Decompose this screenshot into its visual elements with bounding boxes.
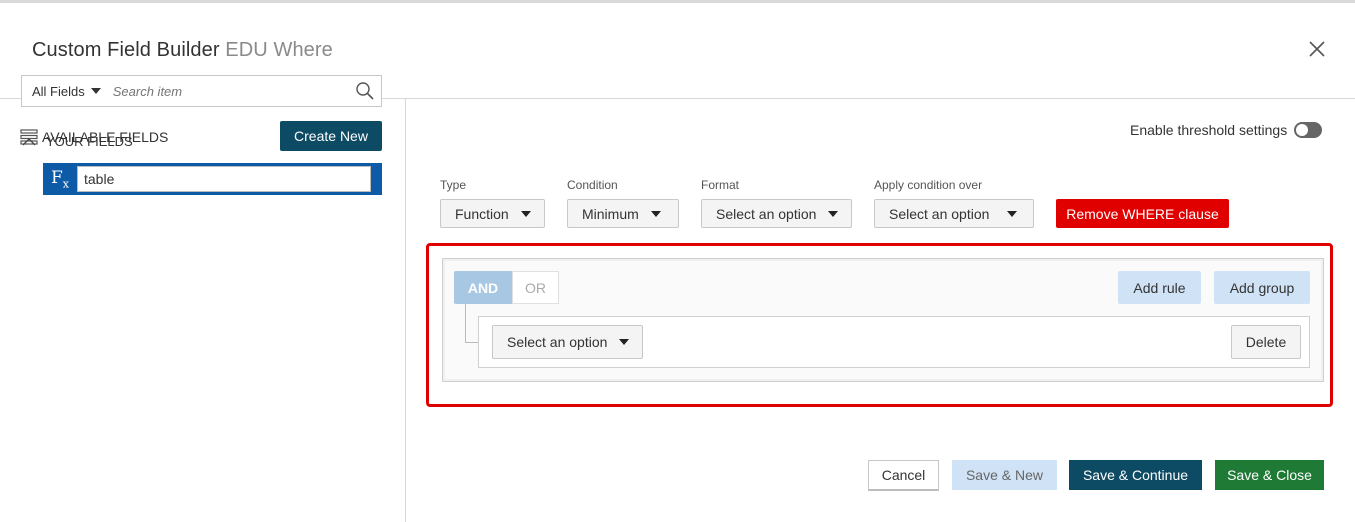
field-filter-dropdown[interactable]: All Fields	[22, 84, 101, 99]
your-fields-label: YOUR FIELDS	[46, 134, 133, 149]
threshold-toggle[interactable]	[1294, 122, 1323, 138]
save-close-button[interactable]: Save & Close	[1215, 460, 1324, 490]
apply-condition-dropdown[interactable]: Select an option	[874, 199, 1034, 228]
condition-value: Minimum	[582, 205, 639, 222]
field-filter-value: All Fields	[32, 83, 85, 99]
save-continue-button[interactable]: Save & Continue	[1069, 460, 1202, 490]
delete-rule-button[interactable]: Delete	[1231, 325, 1301, 359]
search-icon[interactable]	[355, 81, 375, 101]
and-toggle[interactable]: AND	[454, 271, 512, 304]
search-input[interactable]	[112, 83, 343, 99]
caret-down-icon	[1007, 210, 1018, 217]
format-dropdown[interactable]: Select an option	[701, 199, 852, 228]
field-item-selected[interactable]: Fx	[43, 163, 382, 195]
caret-down-icon	[828, 210, 839, 217]
chevron-up-icon	[22, 137, 36, 145]
add-rule-button[interactable]: Add rule	[1118, 271, 1201, 304]
format-value: Select an option	[716, 205, 817, 222]
threshold-label: Enable threshold settings	[1130, 122, 1288, 138]
apply-condition-label: Apply condition over	[874, 178, 983, 192]
remove-where-button[interactable]: Remove WHERE clause	[1056, 199, 1229, 228]
caret-down-icon	[90, 88, 101, 94]
dialog-title-text: Custom Field Builder	[32, 39, 220, 61]
dialog-title: Custom Field Builder EDU Where	[32, 39, 333, 62]
threshold-setting: Enable threshold settings	[1130, 122, 1323, 138]
add-group-button[interactable]: Add group	[1214, 271, 1310, 304]
rule-connector-line	[465, 304, 479, 343]
function-icon: Fx	[50, 167, 69, 191]
type-dropdown[interactable]: Function	[440, 199, 545, 228]
condition-dropdown[interactable]: Minimum	[567, 199, 679, 228]
condition-label: Condition	[567, 178, 618, 192]
type-label: Type	[440, 178, 467, 192]
close-icon[interactable]	[1306, 38, 1328, 60]
your-fields-toggle[interactable]: YOUR FIELDS	[22, 134, 133, 149]
apply-condition-value: Select an option	[889, 205, 990, 222]
caret-down-icon	[520, 210, 531, 217]
rule-field-dropdown[interactable]: Select an option	[492, 325, 643, 359]
dialog-subtitle: EDU Where	[225, 39, 333, 61]
caret-down-icon	[650, 210, 661, 217]
caret-down-icon	[619, 339, 630, 345]
field-name-input[interactable]	[77, 166, 371, 192]
save-new-button[interactable]: Save & New	[952, 460, 1057, 490]
or-toggle[interactable]: OR	[512, 271, 559, 304]
rule-field-value: Select an option	[507, 334, 608, 350]
field-search-bar: All Fields	[21, 75, 382, 107]
type-value: Function	[455, 205, 509, 222]
cancel-button[interactable]: Cancel	[868, 460, 939, 491]
create-new-button[interactable]: Create New	[280, 121, 382, 151]
format-label: Format	[701, 178, 740, 192]
